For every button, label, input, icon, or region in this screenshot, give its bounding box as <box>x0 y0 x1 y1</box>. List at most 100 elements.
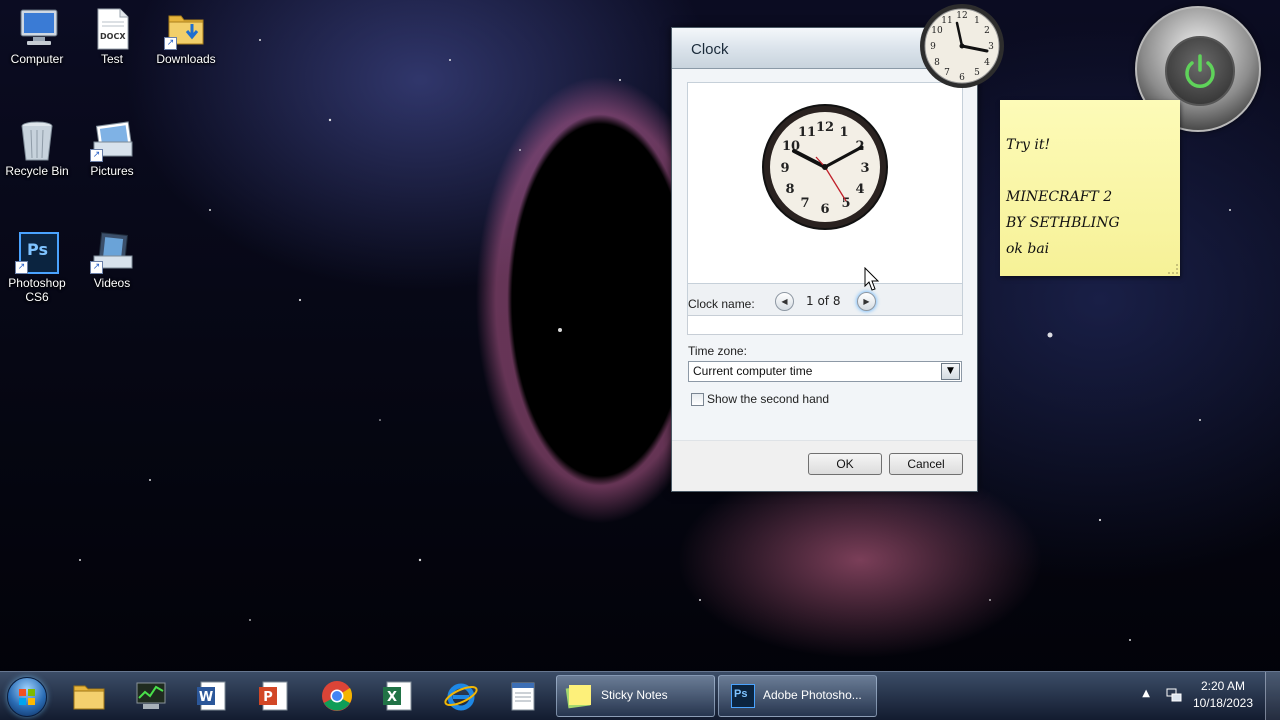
svg-text:9: 9 <box>780 161 789 176</box>
svg-text:11: 11 <box>941 16 952 26</box>
excel-icon[interactable]: X <box>381 678 417 714</box>
svg-text:12: 12 <box>816 120 834 135</box>
desktop-icon-computer[interactable]: Computer <box>1 8 73 66</box>
time-zone-label: Time zone: <box>688 344 747 358</box>
left-arrow-icon: ◀ <box>781 297 788 306</box>
photoshop-icon: Ps <box>731 684 755 708</box>
desktop-icon-photoshop[interactable]: Ps ↗ Photoshop CS6 <box>1 232 73 304</box>
clock-gadget[interactable]: 12 3 6 9 12 45 78 1011 <box>917 1 1007 91</box>
time-zone-value: Current computer time <box>693 364 813 378</box>
shortcut-arrow-icon: ↗ <box>90 149 103 162</box>
internet-explorer-icon[interactable] <box>443 678 479 714</box>
desktop-icon-label: Downloads <box>156 52 216 66</box>
chevron-down-icon[interactable]: ▼ <box>941 363 960 380</box>
sticky-note[interactable]: Try it! MINECRAFT 2 BY SETHBLING ok bai <box>1000 100 1180 276</box>
recycle-bin-icon <box>17 120 57 161</box>
explorer-icon[interactable] <box>71 678 107 714</box>
system-clock[interactable]: 2:20 AM 10/18/2023 <box>1193 678 1253 712</box>
desktop-icon-label: Test <box>100 52 123 66</box>
clock-name-label: Clock name: <box>688 297 755 311</box>
desktop-icon-recycle-bin[interactable]: Recycle Bin <box>1 120 73 178</box>
svg-text:9: 9 <box>930 42 936 52</box>
shortcut-arrow-icon: ↗ <box>15 261 28 274</box>
show-hidden-icons-button[interactable]: ▲ <box>1142 688 1150 699</box>
svg-text:3: 3 <box>988 42 994 52</box>
svg-text:6: 6 <box>959 73 965 83</box>
desktop-icon-downloads[interactable]: ↗ Downloads <box>150 8 222 66</box>
dialog-title: Clock <box>691 41 729 58</box>
svg-text:11: 11 <box>798 125 816 140</box>
svg-text:1: 1 <box>839 125 848 140</box>
svg-text:P: P <box>263 690 273 705</box>
powerpoint-icon[interactable]: P <box>257 678 293 714</box>
resize-grip-icon[interactable] <box>1168 264 1178 274</box>
next-clock-button[interactable]: ▶ <box>857 292 876 311</box>
mouse-cursor-icon <box>864 267 880 291</box>
desktop-icon-pictures[interactable]: ↗ Pictures <box>76 120 148 178</box>
videos-folder-icon: ↗ <box>90 232 133 274</box>
sticky-note-line: Try it! <box>1006 137 1051 153</box>
svg-text:2: 2 <box>984 26 990 36</box>
svg-text:10: 10 <box>931 26 943 36</box>
computer-icon <box>17 8 58 48</box>
power-icon <box>1185 54 1215 88</box>
desktop-icon-label: Recycle Bin <box>5 164 69 178</box>
taskbar-task-photoshop[interactable]: Ps Adobe Photosho... <box>718 675 877 717</box>
word-icon[interactable]: W <box>195 678 231 714</box>
show-second-hand-checkbox[interactable] <box>691 393 704 406</box>
sticky-note-line: BY SETHBLING <box>1006 215 1120 231</box>
desktop-icon-label: Photoshop CS6 <box>8 276 66 304</box>
svg-text:7: 7 <box>800 196 809 211</box>
svg-text:8: 8 <box>934 58 940 68</box>
sticky-note-line: ok bai <box>1006 241 1050 257</box>
svg-text:4: 4 <box>855 182 864 197</box>
taskbar-task-label: Adobe Photosho... <box>763 688 862 702</box>
svg-text:W: W <box>199 690 213 705</box>
ok-button[interactable]: OK <box>808 453 882 475</box>
task-manager-icon[interactable] <box>133 678 169 714</box>
svg-text:7: 7 <box>944 68 950 78</box>
right-arrow-icon: ▶ <box>863 297 870 306</box>
photoshop-badge: Ps <box>27 240 48 259</box>
desktop-icon-label: Pictures <box>90 164 134 178</box>
taskbar-task-label: Sticky Notes <box>601 688 668 702</box>
downloads-folder-icon: ↗ <box>164 8 206 50</box>
docx-file-icon: DOCX <box>92 8 132 50</box>
svg-text:8: 8 <box>785 182 794 197</box>
sticky-notes-icon <box>565 685 591 709</box>
previous-clock-button[interactable]: ◀ <box>775 292 794 311</box>
cancel-button[interactable]: Cancel <box>889 453 963 475</box>
svg-text:4: 4 <box>984 58 990 68</box>
taskbar-task-sticky-notes[interactable]: Sticky Notes <box>556 675 715 717</box>
desktop-icon-test[interactable]: DOCX Test <box>76 8 148 66</box>
taskbar: W P X Sticky Notes Ps Adobe Photosho... … <box>0 671 1280 720</box>
desktop-icon-videos[interactable]: ↗ Videos <box>76 232 148 290</box>
desktop-icon-label: Computer <box>10 52 64 66</box>
system-date: 10/18/2023 <box>1192 696 1253 710</box>
pictures-folder-icon: ↗ <box>90 120 133 162</box>
network-icon[interactable] <box>1166 687 1182 703</box>
pager-count: 1 of 8 <box>806 294 841 308</box>
dialog-footer: OK Cancel <box>672 440 977 491</box>
chrome-icon[interactable] <box>319 678 355 714</box>
photoshop-icon: Ps ↗ <box>15 232 59 274</box>
clock-name-input[interactable] <box>687 315 963 335</box>
shortcut-arrow-icon: ↗ <box>90 261 103 274</box>
windows-logo-icon <box>19 689 35 705</box>
svg-text:X: X <box>387 690 397 705</box>
system-time: 2:20 AM <box>1200 679 1245 693</box>
desktop-icon-label: Videos <box>93 276 131 290</box>
clock-preview: 1212 345 678 91011 <box>687 82 963 283</box>
show-second-hand-label[interactable]: Show the second hand <box>707 392 829 406</box>
notepad-icon[interactable] <box>505 678 541 714</box>
show-desktop-button[interactable] <box>1265 672 1280 720</box>
clock-settings-dialog: Clock 1212 345 678 91011 ◀ 1 of <box>671 27 978 492</box>
sticky-note-line: MINECRAFT 2 <box>1006 189 1113 205</box>
svg-text:6: 6 <box>820 202 829 217</box>
svg-text:12: 12 <box>956 11 967 21</box>
svg-text:3: 3 <box>860 161 869 176</box>
svg-text:1: 1 <box>974 16 980 26</box>
time-zone-select[interactable]: Current computer time ▼ <box>688 361 962 382</box>
power-button[interactable] <box>1165 36 1235 106</box>
start-button[interactable] <box>7 677 47 717</box>
